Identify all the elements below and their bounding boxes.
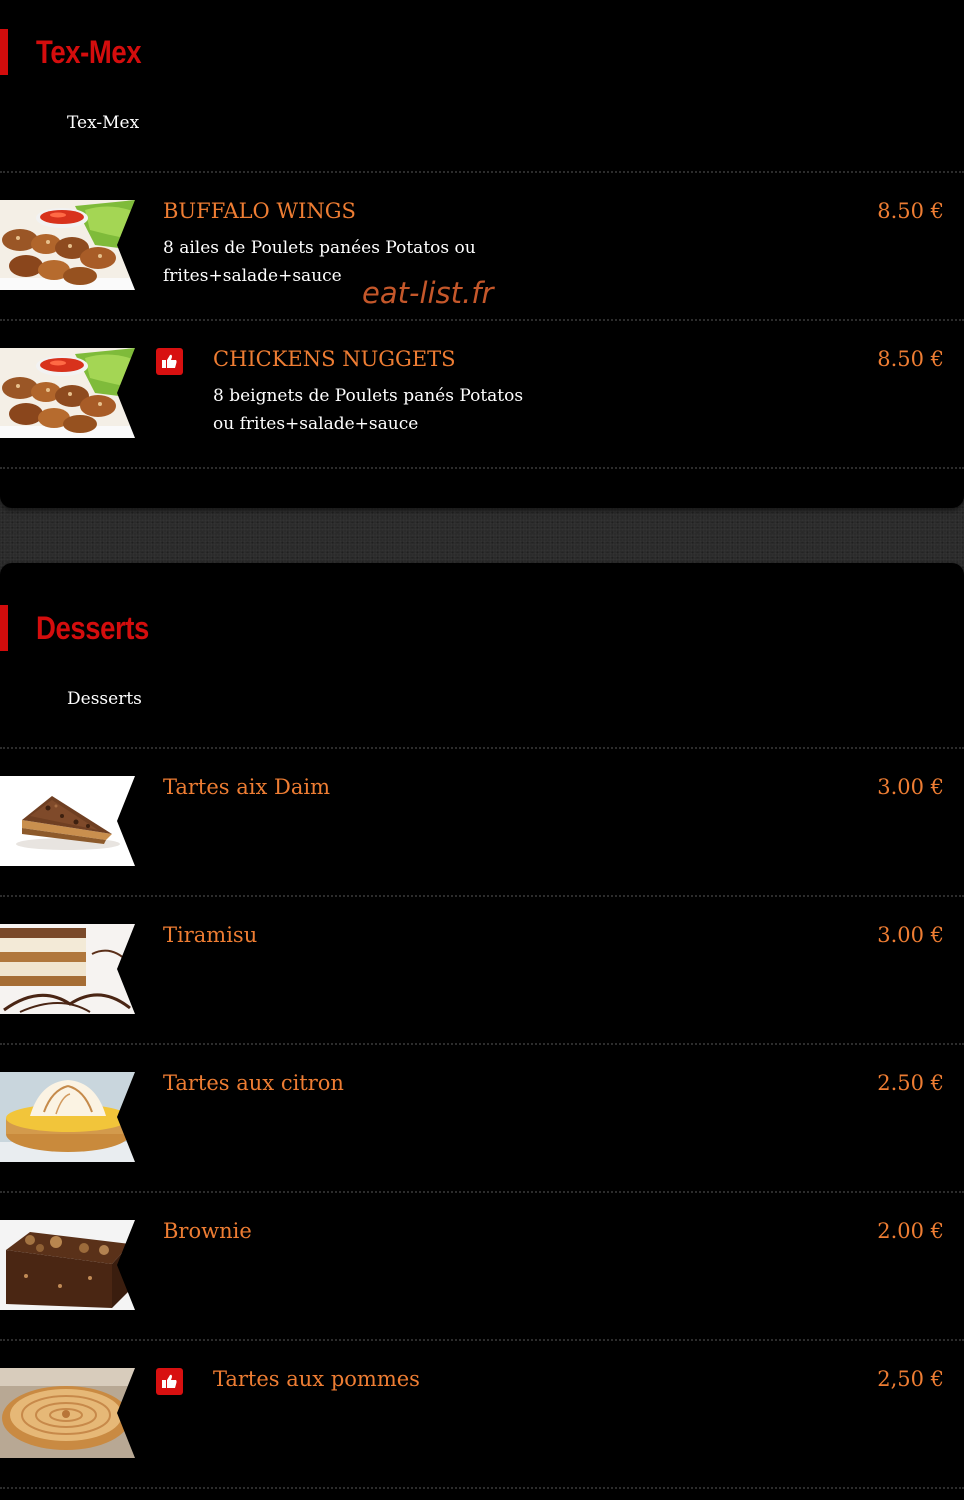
menu-item-tartes-aux-citron[interactable]: Tartes aux citron 2.50 €: [0, 1044, 964, 1192]
section-title: Desserts: [36, 610, 149, 646]
chicken-wings-image: [0, 200, 135, 290]
brownie-image: [0, 1220, 135, 1310]
lemon-tart-image: [0, 1072, 135, 1162]
section-subtitle: Tex-Mex: [67, 113, 140, 133]
image-notch: [117, 924, 135, 1014]
section-tex-mex: Tex-Mex Tex-Mex BUFFALO WINGS 8 ailes de…: [0, 0, 964, 508]
tiramisu-image: [0, 924, 135, 1014]
thumbs-up-icon: [156, 348, 183, 375]
item-name[interactable]: Tartes aux pommes: [213, 1365, 420, 1393]
item-name[interactable]: BUFFALO WINGS: [163, 197, 356, 225]
image-notch: [117, 776, 135, 866]
item-price: 2.50 €: [877, 1071, 944, 1095]
image-notch: [117, 1220, 135, 1310]
item-description: 8 beignets de Poulets panés Potatos ou f…: [213, 386, 524, 434]
separator: [0, 1487, 964, 1489]
item-name[interactable]: Tartes aix Daim: [163, 773, 330, 801]
watermark: eat-list.fr: [362, 276, 494, 310]
item-name[interactable]: Brownie: [163, 1217, 252, 1245]
image-notch: [117, 200, 135, 290]
item-name[interactable]: Tiramisu: [163, 921, 257, 949]
item-price: 3.00 €: [877, 923, 944, 947]
menu-item-tartes-aux-pommes[interactable]: Tartes aux pommes 2,50 €: [0, 1340, 964, 1488]
section-desserts: Desserts Desserts Tartes aix Daim 3.00 €: [0, 563, 964, 1500]
item-name[interactable]: Tartes aux citron: [163, 1069, 344, 1097]
menu-item-tartes-aix-daim[interactable]: Tartes aix Daim 3.00 €: [0, 748, 964, 896]
menu-item-chickens-nuggets[interactable]: CHICKENS NUGGETS 8 beignets de Poulets p…: [0, 320, 964, 468]
item-price: 8.50 €: [877, 347, 944, 371]
item-price: 8.50 €: [877, 199, 944, 223]
image-notch: [117, 1072, 135, 1162]
section-accent-bar: [0, 29, 8, 75]
section-title: Tex-Mex: [36, 34, 142, 70]
menu-item-brownie[interactable]: Brownie 2.00 €: [0, 1192, 964, 1340]
section-subtitle: Desserts: [67, 689, 142, 709]
section-accent-bar: [0, 605, 8, 651]
chicken-wings-image: [0, 348, 135, 438]
item-price: 3.00 €: [877, 775, 944, 799]
item-price: 2,50 €: [877, 1367, 944, 1391]
item-price: 2.00 €: [877, 1219, 944, 1243]
apple-tart-image: [0, 1368, 135, 1458]
thumbs-up-icon: [156, 1368, 183, 1395]
item-name[interactable]: CHICKENS NUGGETS: [213, 345, 456, 373]
image-notch: [117, 348, 135, 438]
separator: [0, 467, 964, 469]
daim-tart-image: [0, 776, 135, 866]
image-notch: [117, 1368, 135, 1458]
menu-item-tiramisu[interactable]: Tiramisu 3.00 €: [0, 896, 964, 1044]
